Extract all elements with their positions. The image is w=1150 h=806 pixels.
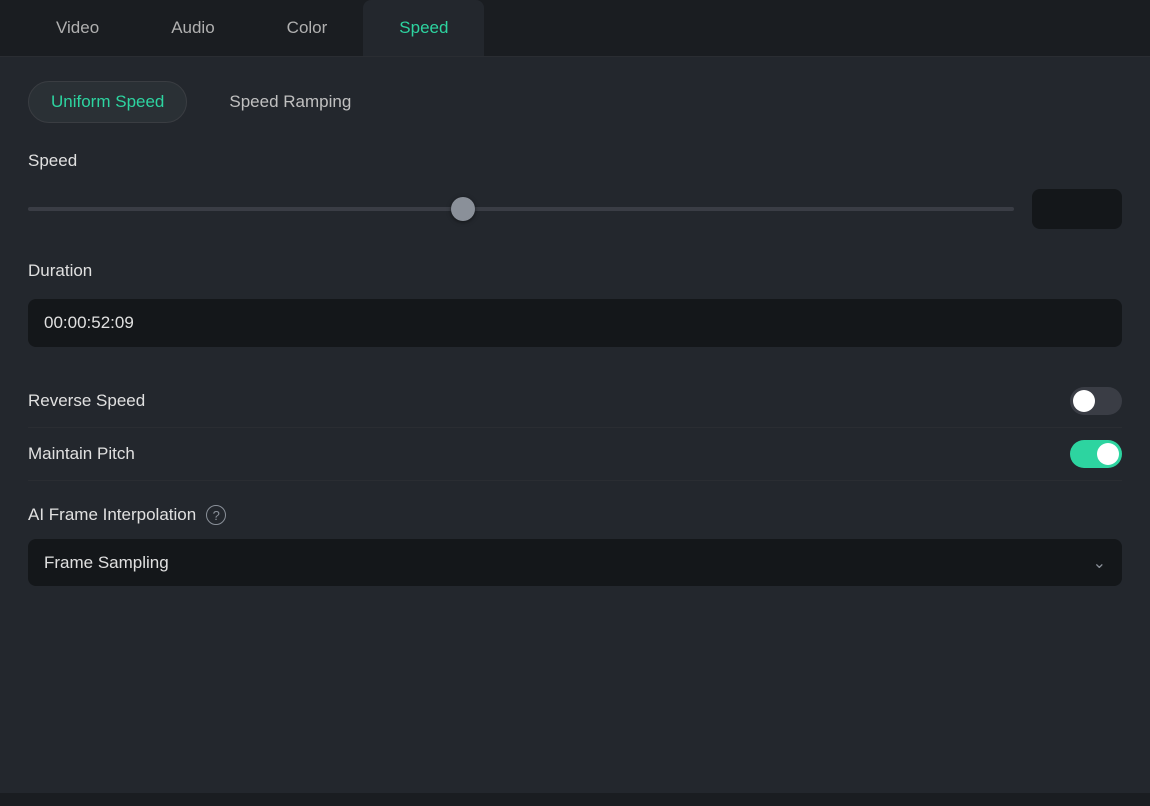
tab-video[interactable]: Video: [20, 0, 135, 56]
sub-tab-speed-ramping[interactable]: Speed Ramping: [207, 82, 373, 122]
speed-slider[interactable]: [28, 207, 1014, 211]
speed-value-input[interactable]: [1032, 189, 1122, 229]
duration-section: Duration: [28, 261, 1122, 347]
dropdown-wrapper: Frame Sampling Frame Blending Optical Fl…: [28, 539, 1122, 586]
top-tabs-bar: Video Audio Color Speed: [0, 0, 1150, 57]
speed-label: Speed: [28, 151, 1122, 171]
reverse-speed-label: Reverse Speed: [28, 391, 145, 411]
reverse-speed-toggle[interactable]: [1070, 387, 1122, 415]
frame-interpolation-select[interactable]: Frame Sampling Frame Blending Optical Fl…: [28, 539, 1122, 586]
duration-input[interactable]: [28, 299, 1122, 347]
main-content: Uniform Speed Speed Ramping Speed Durati…: [0, 57, 1150, 793]
speed-section: Speed: [28, 151, 1122, 229]
reverse-speed-row: Reverse Speed: [28, 375, 1122, 428]
slider-container: [28, 197, 1014, 221]
maintain-pitch-thumb: [1097, 443, 1119, 465]
ai-label-row: AI Frame Interpolation ?: [28, 505, 1122, 525]
tab-color[interactable]: Color: [251, 0, 364, 56]
maintain-pitch-label: Maintain Pitch: [28, 444, 135, 464]
duration-label: Duration: [28, 261, 1122, 281]
speed-row: [28, 189, 1122, 229]
sub-tab-uniform-speed[interactable]: Uniform Speed: [28, 81, 187, 123]
help-icon[interactable]: ?: [206, 505, 226, 525]
ai-frame-interpolation-section: AI Frame Interpolation ? Frame Sampling …: [28, 505, 1122, 586]
tab-audio[interactable]: Audio: [135, 0, 250, 56]
maintain-pitch-row: Maintain Pitch: [28, 428, 1122, 481]
reverse-speed-thumb: [1073, 390, 1095, 412]
tab-speed[interactable]: Speed: [363, 0, 484, 56]
ai-frame-interpolation-label: AI Frame Interpolation: [28, 505, 196, 525]
maintain-pitch-toggle[interactable]: [1070, 440, 1122, 468]
sub-tabs: Uniform Speed Speed Ramping: [28, 81, 1122, 123]
